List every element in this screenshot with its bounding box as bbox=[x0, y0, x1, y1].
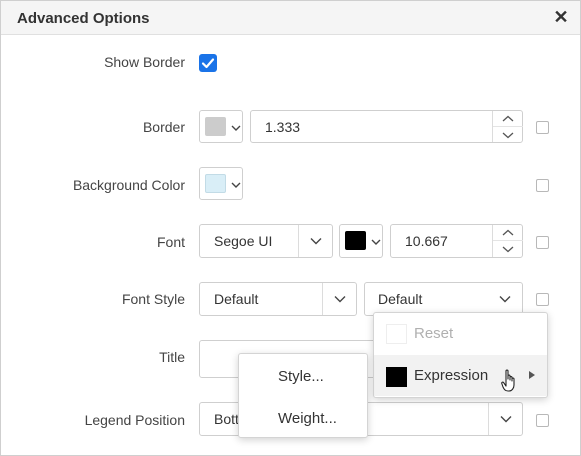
show-border-checkbox[interactable] bbox=[199, 54, 217, 72]
background-color-expression-checkbox[interactable] bbox=[536, 179, 549, 192]
chevron-down-icon bbox=[334, 296, 346, 303]
legend-position-value: Bott bbox=[214, 411, 239, 427]
context-menu: Reset Expression bbox=[373, 312, 548, 398]
legend-position-dropdown-button[interactable] bbox=[488, 403, 522, 435]
submenu-item-weight[interactable]: Weight... bbox=[239, 396, 367, 438]
hand-cursor-icon bbox=[501, 369, 515, 392]
chevron-down-icon bbox=[231, 180, 241, 190]
font-color-swatch bbox=[345, 231, 366, 250]
submenu-item-weight-label: Weight... bbox=[278, 410, 337, 427]
legend-position-label: Legend Position bbox=[84, 412, 185, 428]
chevron-up-icon bbox=[502, 229, 514, 236]
show-border-label: Show Border bbox=[104, 54, 185, 70]
spin-down-button[interactable] bbox=[493, 127, 523, 143]
checkmark-icon bbox=[201, 58, 215, 69]
menu-item-reset: Reset bbox=[374, 313, 547, 355]
chevron-down-icon bbox=[499, 296, 511, 303]
font-weight-dropdown-button[interactable] bbox=[488, 283, 522, 315]
font-family-dropdown-button[interactable] bbox=[298, 225, 332, 257]
border-width-spinner[interactable] bbox=[492, 111, 523, 143]
border-label: Border bbox=[142, 119, 185, 135]
chevron-down-icon bbox=[231, 123, 241, 133]
border-expression-checkbox[interactable] bbox=[536, 121, 549, 134]
legend-position-expression-checkbox[interactable] bbox=[536, 414, 549, 427]
background-color-picker[interactable] bbox=[199, 167, 243, 200]
spin-down-button[interactable] bbox=[493, 241, 523, 257]
menu-item-expression-label: Expression bbox=[414, 367, 489, 384]
font-style-label: Font Style bbox=[121, 291, 185, 307]
background-color-swatch bbox=[205, 174, 226, 193]
advanced-options-dialog: Advanced Options ✕ Show Border Border 1.… bbox=[0, 0, 581, 456]
close-icon[interactable]: ✕ bbox=[551, 7, 571, 27]
font-weight-select[interactable]: Default bbox=[364, 282, 523, 316]
submenu: Style... Weight... bbox=[238, 353, 368, 438]
font-style-expression-checkbox[interactable] bbox=[536, 293, 549, 306]
chevron-up-icon bbox=[502, 115, 514, 122]
border-width-value: 1.333 bbox=[265, 119, 301, 135]
chevron-down-icon bbox=[502, 246, 514, 253]
dialog-titlebar: Advanced Options ✕ bbox=[1, 1, 580, 35]
dialog-title: Advanced Options bbox=[17, 10, 150, 27]
font-size-input[interactable]: 10.667 bbox=[390, 224, 523, 258]
title-label: Title bbox=[159, 349, 185, 365]
submenu-item-style-label: Style... bbox=[278, 368, 324, 385]
font-size-value: 10.667 bbox=[405, 233, 448, 249]
font-style-value: Default bbox=[214, 291, 259, 307]
submenu-item-style[interactable]: Style... bbox=[239, 354, 367, 396]
border-color-swatch bbox=[205, 117, 226, 136]
chevron-down-icon bbox=[502, 132, 514, 138]
background-color-label: Background Color bbox=[72, 177, 185, 193]
font-label: Font bbox=[156, 234, 185, 250]
reset-color-swatch bbox=[386, 324, 407, 344]
font-style-dropdown-button[interactable] bbox=[322, 283, 356, 315]
expression-color-swatch bbox=[386, 367, 407, 387]
menu-item-reset-label: Reset bbox=[414, 325, 454, 342]
font-size-spinner[interactable] bbox=[492, 225, 523, 257]
spin-up-button[interactable] bbox=[493, 111, 523, 127]
chevron-down-icon bbox=[500, 416, 512, 423]
chevron-down-icon bbox=[310, 238, 322, 245]
border-color-picker[interactable] bbox=[199, 110, 243, 143]
font-weight-value: Default bbox=[378, 291, 423, 307]
chevron-down-icon bbox=[371, 237, 381, 247]
font-color-picker[interactable] bbox=[339, 224, 383, 258]
submenu-arrow-icon bbox=[529, 371, 535, 379]
font-style-select[interactable]: Default bbox=[199, 282, 357, 316]
spin-up-button[interactable] bbox=[493, 225, 523, 241]
font-expression-checkbox[interactable] bbox=[536, 236, 549, 249]
font-family-select[interactable]: Segoe UI bbox=[199, 224, 333, 258]
font-family-value: Segoe UI bbox=[214, 233, 273, 249]
border-width-input[interactable]: 1.333 bbox=[250, 110, 523, 143]
menu-item-expression[interactable]: Expression bbox=[374, 355, 547, 396]
